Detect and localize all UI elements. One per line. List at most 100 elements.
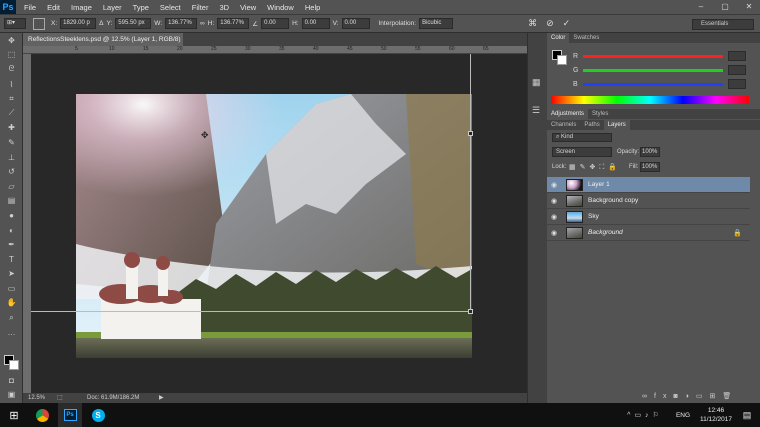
commit-transform-icon[interactable]: ✓ xyxy=(563,18,571,29)
layer-name[interactable]: Background xyxy=(588,229,623,236)
layer-row-background-copy[interactable]: ◉ Background copy xyxy=(547,193,750,209)
shape-tool-icon[interactable]: ▭ xyxy=(0,281,23,296)
tab-layers[interactable]: Layers xyxy=(603,120,630,130)
adjustment-layer-icon[interactable]: ◑ xyxy=(685,393,696,400)
r-slider[interactable] xyxy=(583,55,723,58)
status-menu-arrow[interactable]: ▶ xyxy=(159,394,164,401)
minimize-button[interactable]: – xyxy=(694,2,708,11)
transform-bounding-box[interactable] xyxy=(31,54,471,312)
visibility-eye-icon[interactable]: ◉ xyxy=(547,213,561,221)
move-tool-icon[interactable]: ✥ xyxy=(0,33,23,48)
lasso-tool-icon[interactable]: ᘓ xyxy=(0,62,23,77)
workspace-select[interactable]: Essentials xyxy=(692,19,754,30)
zoom-tool-icon[interactable]: ⌕ xyxy=(0,310,23,325)
visibility-eye-icon[interactable]: ◉ xyxy=(547,197,561,205)
screen-mode-icon[interactable]: ▣ xyxy=(0,387,23,402)
more-tools-icon[interactable]: … xyxy=(0,325,23,340)
y-input[interactable]: 595.50 px xyxy=(115,18,152,29)
vskew-input[interactable]: 0.00 xyxy=(341,18,370,29)
g-value[interactable] xyxy=(728,65,746,75)
notifications-icon[interactable]: ▤ xyxy=(738,403,756,427)
cancel-transform-icon[interactable]: ⊘ xyxy=(546,18,554,29)
brush-tool-icon[interactable]: ✎ xyxy=(0,135,23,150)
chrome-icon[interactable] xyxy=(30,403,54,427)
tab-swatches[interactable]: Swatches xyxy=(569,33,603,43)
blur-tool-icon[interactable]: ● xyxy=(0,208,23,223)
close-button[interactable]: ✕ xyxy=(742,2,756,11)
maximize-button[interactable]: ▢ xyxy=(718,2,732,11)
h-input[interactable]: 136.77% xyxy=(217,18,250,29)
menu-edit[interactable]: Edit xyxy=(47,3,60,12)
fill-input[interactable]: 100% xyxy=(640,162,660,172)
layer-row-background[interactable]: ◉ Background 🔒 xyxy=(547,225,750,241)
eyedropper-tool-icon[interactable]: ⟋ xyxy=(0,106,23,121)
lock-icons[interactable]: ▦✎✥⛶🔒 xyxy=(569,163,621,172)
interpolation-select[interactable]: Bicubic xyxy=(419,18,454,29)
menu-3d[interactable]: 3D xyxy=(219,3,229,12)
angle-input[interactable]: 0.00 xyxy=(261,18,290,29)
hskew-input[interactable]: 0.00 xyxy=(301,18,330,29)
document-tab[interactable]: ReflectionsSteeklens.psd @ 12.5% (Layer … xyxy=(23,33,183,56)
language-indicator[interactable]: ENG xyxy=(672,403,694,427)
menu-filter[interactable]: Filter xyxy=(192,3,209,12)
delete-layer-icon[interactable]: 🗑 xyxy=(722,393,738,400)
blend-mode-select[interactable]: Screen xyxy=(552,147,612,157)
quick-mask-icon[interactable]: ◘ xyxy=(0,373,23,388)
properties-panel-icon[interactable]: ☰ xyxy=(532,105,540,116)
transform-handle[interactable] xyxy=(468,309,473,314)
tab-paths[interactable]: Paths xyxy=(580,120,603,130)
stamp-tool-icon[interactable]: ⊥ xyxy=(0,150,23,165)
add-mask-icon[interactable]: ◙ xyxy=(673,393,684,400)
tab-channels[interactable]: Channels xyxy=(547,120,580,130)
background-color[interactable] xyxy=(9,360,19,370)
hand-tool-icon[interactable]: ✋ xyxy=(0,296,23,311)
layer-name[interactable]: Background copy xyxy=(588,197,638,204)
opacity-input[interactable]: 100% xyxy=(640,147,660,157)
w-input[interactable]: 136.77% xyxy=(165,18,198,29)
layer-row-layer-1[interactable]: ◉ Layer 1 xyxy=(547,177,750,193)
tool-preset-icon[interactable]: ⊞▾ xyxy=(4,18,26,29)
visibility-eye-icon[interactable]: ◉ xyxy=(547,181,561,189)
menu-image[interactable]: Image xyxy=(71,3,92,12)
marquee-tool-icon[interactable]: ⬚ xyxy=(0,48,23,63)
fx-icon[interactable]: fx xyxy=(654,393,673,400)
menu-select[interactable]: Select xyxy=(160,3,181,12)
crop-tool-icon[interactable]: ⌗ xyxy=(0,91,23,106)
bg-swatch[interactable] xyxy=(557,55,567,65)
path-select-tool-icon[interactable]: ➤ xyxy=(0,267,23,282)
transform-center-icon[interactable]: ✥ xyxy=(201,130,209,141)
menu-file[interactable]: File xyxy=(24,3,36,12)
spectrum-ramp[interactable] xyxy=(551,96,749,104)
menu-view[interactable]: View xyxy=(240,3,256,12)
x-input[interactable]: 1829.00 p xyxy=(60,18,97,29)
start-button[interactable]: ⊞ xyxy=(0,403,28,427)
transform-handle[interactable] xyxy=(468,131,473,136)
b-slider[interactable] xyxy=(583,83,723,86)
layer-filter-select[interactable]: ⌕ Kind xyxy=(552,133,612,142)
link-layers-icon[interactable]: ∞ xyxy=(642,393,654,400)
photoshop-taskbar-icon[interactable]: Ps xyxy=(58,403,82,427)
g-slider[interactable] xyxy=(583,69,723,72)
layer-row-sky[interactable]: ◉ Sky xyxy=(547,209,750,225)
visibility-eye-icon[interactable]: ◉ xyxy=(547,229,561,237)
b-value[interactable] xyxy=(728,79,746,89)
menu-help[interactable]: Help xyxy=(305,3,320,12)
export-icon[interactable]: ⬚ xyxy=(57,394,63,401)
tab-color[interactable]: Color xyxy=(547,33,570,43)
tray-icons[interactable]: ^▭♪⚐ xyxy=(615,403,675,427)
tab-adjustments[interactable]: Adjustments xyxy=(547,109,589,119)
r-value[interactable] xyxy=(728,51,746,61)
dodge-tool-icon[interactable]: ◐ xyxy=(0,223,23,238)
history-brush-icon[interactable]: ↺ xyxy=(0,164,23,179)
quick-select-tool-icon[interactable]: ⌇ xyxy=(0,77,23,92)
new-layer-icon[interactable]: ⊞ xyxy=(710,393,723,400)
skype-icon[interactable]: S xyxy=(86,403,110,427)
eraser-tool-icon[interactable]: ▱ xyxy=(0,179,23,194)
menu-layer[interactable]: Layer xyxy=(103,3,122,12)
group-icon[interactable]: ▭ xyxy=(696,393,710,400)
pen-tool-icon[interactable]: ✒ xyxy=(0,237,23,252)
type-tool-icon[interactable]: T xyxy=(0,252,23,267)
zoom-level[interactable]: 12.5% xyxy=(28,395,45,401)
delta-icon[interactable]: Δ xyxy=(99,20,103,27)
canvas-area[interactable]: ✥ xyxy=(31,54,527,393)
